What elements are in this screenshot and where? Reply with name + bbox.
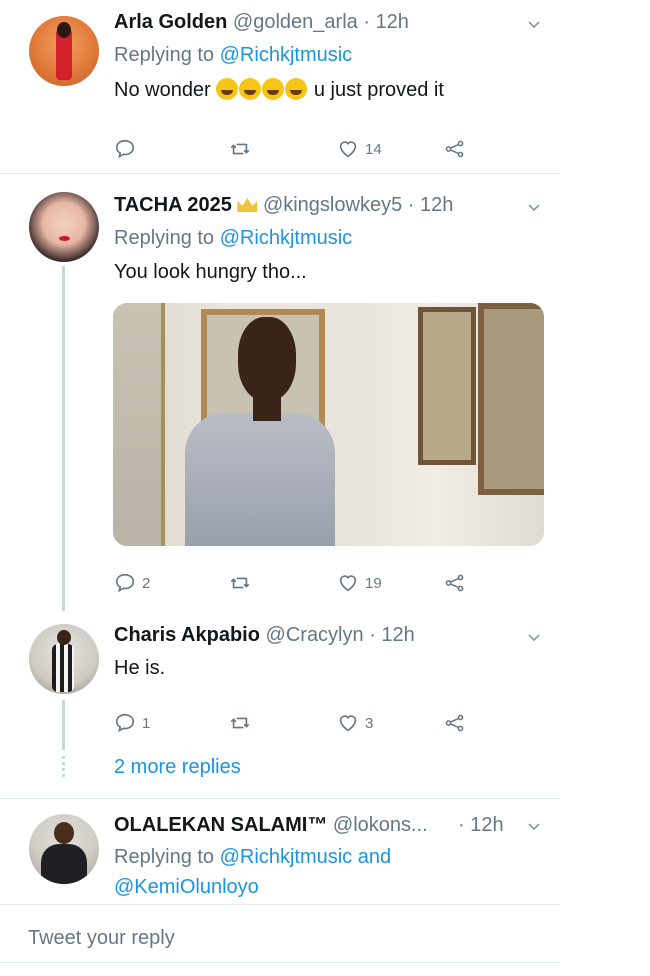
- chevron-down-icon[interactable]: [527, 18, 541, 32]
- share-icon: [444, 138, 466, 160]
- avatar[interactable]: [29, 814, 99, 884]
- share-button[interactable]: [444, 710, 466, 736]
- replying-to-link[interactable]: @Richkjtmusic: [220, 227, 353, 249]
- like-icon: [337, 572, 359, 594]
- user-handle[interactable]: @golden_arla: [233, 11, 358, 33]
- replying-to: Replying to @Richkjtmusic and: [114, 846, 391, 869]
- share-icon: [444, 712, 466, 734]
- avatar-head: [57, 22, 71, 38]
- avatar-head: [54, 822, 74, 844]
- chevron-down-icon[interactable]: [527, 631, 541, 645]
- retweet-button[interactable]: [229, 710, 251, 736]
- replying-to-link[interactable]: @KemiOlunloyo: [114, 876, 259, 898]
- tweet-arla-golden[interactable]: Arla Golden @golden_arla · 12h Replying …: [0, 0, 560, 170]
- share-button[interactable]: [444, 570, 466, 596]
- replying-to: Replying to @Richkjtmusic: [114, 227, 352, 250]
- display-name[interactable]: OLALEKAN SALAMI™: [114, 814, 327, 836]
- replying-label: Replying to: [114, 846, 215, 868]
- replying-to: Replying to @Richkjtmusic: [114, 44, 352, 67]
- avatar-figure: [52, 644, 74, 692]
- avatar-suit: [41, 844, 87, 884]
- like-button[interactable]: 3: [337, 710, 373, 736]
- like-button[interactable]: 14: [337, 136, 382, 162]
- timestamp[interactable]: · 12h: [458, 814, 504, 837]
- avatar-lips: [59, 236, 70, 241]
- like-icon: [337, 138, 359, 160]
- replying-label: Replying to: [114, 44, 215, 66]
- tweet-actions: 14: [114, 136, 494, 162]
- like-count: 14: [365, 140, 382, 158]
- reply-icon: [114, 712, 136, 734]
- photo-wall-frame: [478, 303, 544, 495]
- tweet-tacha[interactable]: TACHA 2025 @kingslowkey5 · 12h Replying …: [0, 174, 560, 614]
- chevron-down-icon[interactable]: [527, 201, 541, 215]
- reply-button[interactable]: 2: [114, 570, 150, 596]
- photo-person-head: [238, 317, 296, 401]
- reply-icon: [114, 572, 136, 594]
- like-count: 3: [365, 714, 374, 732]
- crown-emoji-icon: [237, 198, 258, 212]
- tweet-text: You look hungry tho...: [114, 261, 307, 283]
- tweet-actions: 1 3: [114, 710, 494, 736]
- tweet-actions: 2 19: [114, 570, 494, 596]
- user-handle[interactable]: @lokons...: [333, 814, 428, 836]
- reply-icon: [114, 138, 136, 160]
- chevron-down-icon[interactable]: [527, 820, 541, 834]
- tweet-text-end: u just proved it: [313, 79, 444, 101]
- tweet-header: OLALEKAN SALAMI™ @lokons...: [114, 814, 428, 837]
- avatar[interactable]: [29, 624, 99, 694]
- user-handle[interactable]: @Cracylyn: [266, 624, 364, 646]
- photo-person-shirt: [185, 413, 335, 546]
- reply-button[interactable]: [114, 136, 136, 162]
- more-replies-link[interactable]: 2 more replies: [114, 756, 241, 779]
- retweet-icon: [229, 572, 251, 594]
- reply-count: 1: [142, 714, 151, 732]
- timestamp[interactable]: · 12h: [363, 11, 409, 33]
- share-icon: [444, 572, 466, 594]
- avatar[interactable]: [29, 16, 99, 86]
- tweet-header: Charis Akpabio @Cracylyn · 12h: [114, 624, 415, 647]
- like-icon: [337, 712, 359, 734]
- photo-wall-frame: [418, 307, 476, 465]
- timestamp[interactable]: · 12h: [369, 624, 415, 646]
- retweet-icon: [229, 712, 251, 734]
- replying-label: Replying to: [114, 227, 215, 249]
- reply-count: 2: [142, 574, 151, 592]
- tweet-header: TACHA 2025 @kingslowkey5 · 12h: [114, 194, 453, 217]
- share-button[interactable]: [444, 136, 466, 162]
- user-handle[interactable]: @kingslowkey5: [263, 194, 402, 216]
- tweet-charis-akpabio[interactable]: Charis Akpabio @Cracylyn · 12h He is. 1 …: [0, 614, 560, 754]
- like-button[interactable]: 19: [337, 570, 382, 596]
- avatar[interactable]: [29, 192, 99, 262]
- tweet-media-photo[interactable]: [113, 303, 544, 546]
- divider: [0, 798, 560, 799]
- tweet-text: No wonder u just proved it: [114, 78, 444, 102]
- avatar-head: [57, 630, 71, 645]
- display-name[interactable]: Arla Golden: [114, 11, 227, 33]
- display-name[interactable]: TACHA 2025: [114, 194, 232, 216]
- replying-to-second: @KemiOlunloyo: [114, 876, 259, 899]
- photo-person-neck: [253, 391, 281, 421]
- reply-button[interactable]: 1: [114, 710, 150, 736]
- retweet-button[interactable]: [229, 570, 251, 596]
- replying-to-link[interactable]: @Richkjtmusic: [220, 44, 353, 66]
- retweet-icon: [229, 138, 251, 160]
- tweet-text: He is.: [114, 657, 166, 679]
- tweet-header: Arla Golden @golden_arla · 12h: [114, 11, 409, 34]
- timestamp[interactable]: · 12h: [408, 194, 454, 216]
- retweet-button[interactable]: [229, 136, 251, 162]
- photo-frame-left: [113, 303, 165, 546]
- tweet-olalekan-salami[interactable]: OLALEKAN SALAMI™ @lokons... · 12h Replyi…: [0, 800, 560, 900]
- thread-line: [62, 700, 65, 750]
- reply-compose-input[interactable]: Tweet your reply: [28, 927, 175, 950]
- divider: [0, 962, 560, 963]
- display-name[interactable]: Charis Akpabio: [114, 624, 260, 646]
- divider: [0, 904, 560, 905]
- tweet-text-start: No wonder: [114, 79, 211, 101]
- replying-to-link[interactable]: @Richkjtmusic and: [220, 846, 391, 868]
- thread-dots: [62, 756, 65, 778]
- laughing-emoji-icon: [216, 78, 308, 101]
- like-count: 19: [365, 574, 382, 592]
